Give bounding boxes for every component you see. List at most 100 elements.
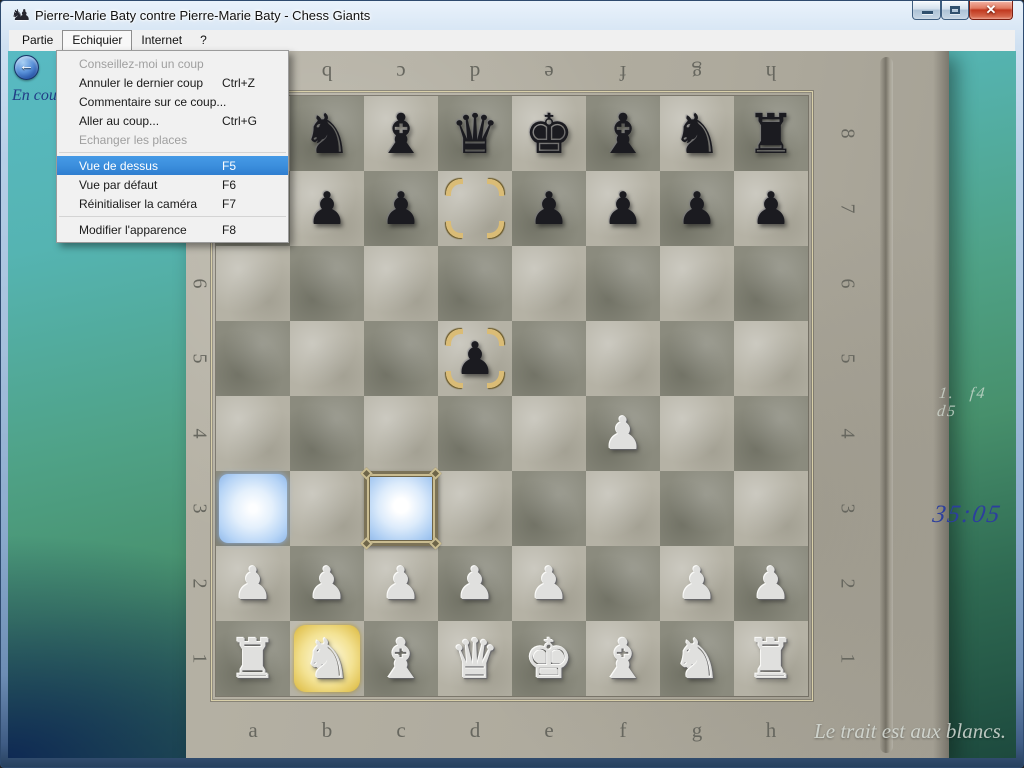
white-knight-b1[interactable]: ♞ [290,621,364,696]
menu-item-label: Commentaire sur ce coup... [79,95,226,109]
white-pawn-h2[interactable]: ♟ [734,546,808,621]
square-c6[interactable] [364,246,438,321]
menubar-item-partie[interactable]: Partie [13,30,62,51]
white-pawn-a2[interactable]: ♟ [216,546,290,621]
menubar: PartieEchiquierInternet? [9,30,1015,51]
square-b3[interactable] [290,471,364,546]
minimize-icon [922,11,933,14]
menu-item-label: Echanger les places [79,133,222,147]
square-a4[interactable] [216,396,290,471]
square-h3[interactable] [734,471,808,546]
black-knight-b8[interactable]: ♞ [290,96,364,171]
square-h4[interactable] [734,396,808,471]
menu-item[interactable]: Réinitialiser la caméraF7 [57,194,288,213]
menubar-item-echiquier[interactable]: Echiquier [62,30,132,51]
square-h6[interactable] [734,246,808,321]
square-c5[interactable] [364,321,438,396]
square-g3[interactable] [660,471,734,546]
black-pawn-g7[interactable]: ♟ [660,171,734,246]
file-label: b [290,54,364,92]
square-h5[interactable] [734,321,808,396]
black-rook-h8[interactable]: ♜ [734,96,808,171]
black-pawn-h7[interactable]: ♟ [734,171,808,246]
file-label: h [734,54,808,92]
chess-board: abcdefgh abcdefgh 87654321 87654321 ♜♞♝♛… [186,51,949,758]
white-queen-d1[interactable]: ♛ [438,621,512,696]
rank-label: 5 [810,344,885,374]
menu-separator [59,216,286,217]
white-king-e1[interactable]: ♚ [512,621,586,696]
menu-item[interactable]: Conseillez-moi un coup [57,54,288,73]
file-labels-bottom: abcdefgh [216,711,808,749]
minimize-button[interactable] [912,1,941,20]
square-d4[interactable] [438,396,512,471]
square-b4[interactable] [290,396,364,471]
file-label: d [438,54,512,92]
white-knight-g1[interactable]: ♞ [660,621,734,696]
rank-label: 1 [810,644,885,674]
menu-item[interactable]: Vue par défautF6 [57,175,288,194]
maximize-button[interactable] [941,1,969,20]
white-pawn-c2[interactable]: ♟ [364,546,438,621]
menu-item-shortcut: Ctrl+G [222,114,274,128]
square-g4[interactable] [660,396,734,471]
white-bishop-c1[interactable]: ♝ [364,621,438,696]
menu-item[interactable]: Annuler le dernier coupCtrl+Z [57,73,288,92]
white-rook-h1[interactable]: ♜ [734,621,808,696]
menubar-item-internet[interactable]: Internet [132,30,191,51]
square-b6[interactable] [290,246,364,321]
square-e6[interactable] [512,246,586,321]
white-pawn-g2[interactable]: ♟ [660,546,734,621]
black-knight-g8[interactable]: ♞ [660,96,734,171]
close-icon: ✕ [970,2,1012,18]
square-c4[interactable] [364,396,438,471]
white-pawn-f4[interactable]: ♟ [586,396,660,471]
rank-label: 2 [810,569,885,599]
menu-item[interactable]: Commentaire sur ce coup... [57,92,288,111]
square-f3[interactable] [586,471,660,546]
black-pawn-c7[interactable]: ♟ [364,171,438,246]
square-f2[interactable] [586,546,660,621]
app-window: ♞♟ Pierre-Marie Baty contre Pierre-Marie… [0,0,1024,768]
menubar-item-[interactable]: ? [191,30,216,51]
white-pawn-b2[interactable]: ♟ [290,546,364,621]
menu-item[interactable]: Aller au coup...Ctrl+G [57,111,288,130]
square-d3[interactable] [438,471,512,546]
menu-item[interactable]: Vue de dessusF5 [57,156,288,175]
square-f6[interactable] [586,246,660,321]
menu-item-shortcut: F6 [222,178,274,192]
square-a6[interactable] [216,246,290,321]
black-bishop-f8[interactable]: ♝ [586,96,660,171]
rank-label: 3 [810,494,885,524]
file-label: h [734,711,808,749]
white-pawn-d2[interactable]: ♟ [438,546,512,621]
black-bishop-c8[interactable]: ♝ [364,96,438,171]
square-e3[interactable] [512,471,586,546]
menu-item-shortcut: F8 [222,223,274,237]
black-pawn-f7[interactable]: ♟ [586,171,660,246]
black-pawn-e7[interactable]: ♟ [512,171,586,246]
white-bishop-f1[interactable]: ♝ [586,621,660,696]
square-g6[interactable] [660,246,734,321]
square-e4[interactable] [512,396,586,471]
square-a5[interactable] [216,321,290,396]
menu-item[interactable]: Echanger les places [57,130,288,149]
close-button[interactable]: ✕ [969,1,1013,20]
left-arrow-icon: ← [15,57,38,74]
black-pawn-b7[interactable]: ♟ [290,171,364,246]
white-rook-a1[interactable]: ♜ [216,621,290,696]
square-b5[interactable] [290,321,364,396]
square-d6[interactable] [438,246,512,321]
white-pawn-e2[interactable]: ♟ [512,546,586,621]
file-label: c [364,711,438,749]
black-queen-d8[interactable]: ♛ [438,96,512,171]
square-g5[interactable] [660,321,734,396]
board-grid: ♜♞♝♛♚♝♞♜♟♟♟♟♟♟♟♟♟♟♟♟♟♟♟♟♜♞♝♛♚♝♞♜ [216,96,808,696]
back-button[interactable]: ← [14,55,39,80]
menu-item[interactable]: Modifier l'apparenceF8 [57,220,288,239]
black-pawn-d5[interactable]: ♟ [438,321,512,396]
file-label: e [512,711,586,749]
square-e5[interactable] [512,321,586,396]
black-king-e8[interactable]: ♚ [512,96,586,171]
square-f5[interactable] [586,321,660,396]
